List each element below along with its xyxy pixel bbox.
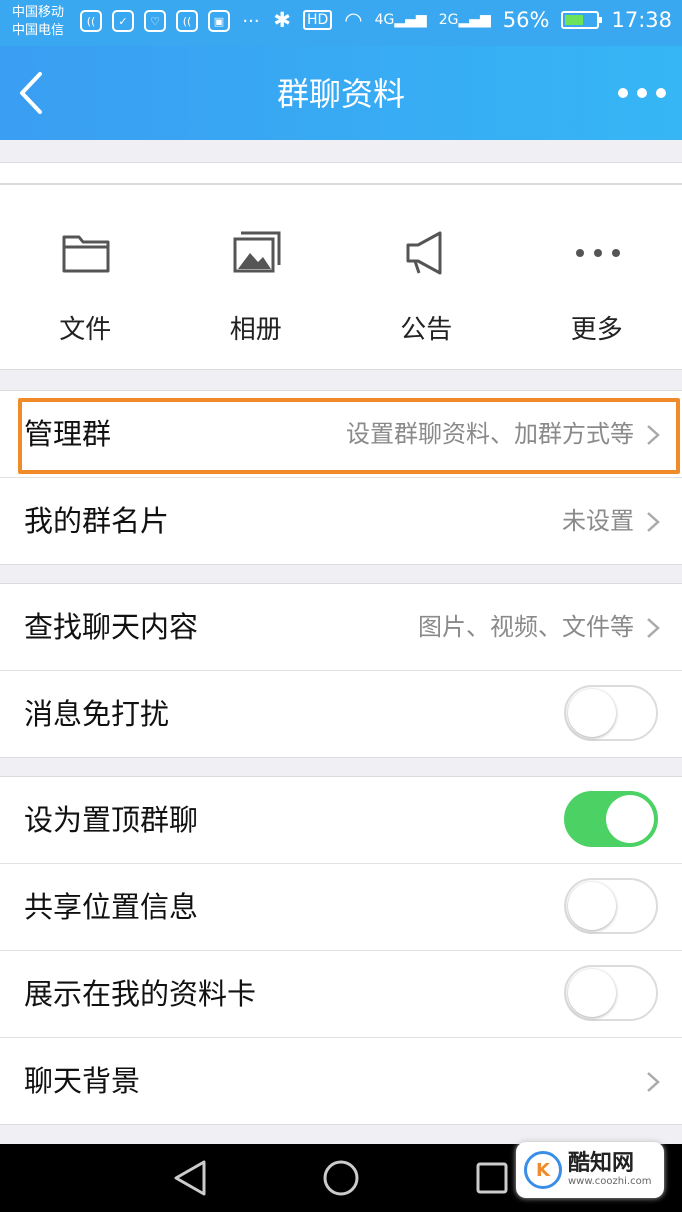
row-value: 设置群聊资料、加群方式等: [346, 420, 634, 448]
row-label: 我的群名片: [24, 504, 170, 538]
do-not-disturb-row: 消息免打扰: [0, 671, 682, 757]
row-label: 消息免打扰: [24, 697, 170, 731]
quick-action-label: 文件: [59, 315, 112, 345]
row-label: 共享位置信息: [24, 890, 199, 924]
chat-group: 查找聊天内容 图片、视频、文件等 消息免打扰: [0, 583, 682, 758]
more-options-button[interactable]: [618, 78, 666, 108]
row-value: 未设置: [562, 507, 634, 535]
my-group-card-row[interactable]: 我的群名片 未设置: [0, 478, 682, 564]
pin-chat-toggle[interactable]: [564, 791, 658, 847]
bluetooth-icon: ✱: [273, 8, 291, 32]
megaphone-icon: [406, 231, 442, 275]
carrier-2: 中国电信: [12, 23, 65, 38]
notification-app-icon-2: ((: [176, 10, 198, 32]
nav-recents-icon[interactable]: [474, 1158, 510, 1198]
heart-rate-icon: ♡: [144, 10, 166, 32]
quick-actions: 文件 相册 公告 更多: [0, 184, 682, 370]
show-on-profile-toggle[interactable]: [564, 965, 658, 1021]
quick-action-label: 更多: [570, 315, 623, 345]
more-dots-icon: [575, 249, 620, 257]
chevron-right-icon: [647, 425, 660, 445]
chat-background-row[interactable]: 聊天背景: [0, 1038, 682, 1124]
battery-percent: 56%: [502, 8, 550, 32]
toggle-knob: [568, 969, 616, 1017]
battery-icon: [561, 11, 603, 29]
chevron-right-icon: [647, 1072, 660, 1092]
system-status: ✱ HD ◠ 4G▂▄▆ 2G▂▄▆ 56% 17:38: [273, 8, 672, 32]
quick-action-more[interactable]: 更多: [512, 185, 682, 369]
watermark-text: 酷知网 www.coozhi.com: [568, 1152, 651, 1188]
status-bar: 中国移动 中国电信 (( ✓ ♡ (( ▣ ··· ✱ HD ◠ 4G▂▄▆ 2…: [0, 0, 682, 46]
photo-album-icon: [233, 231, 280, 273]
quick-action-files[interactable]: 文件: [0, 185, 171, 369]
watermark: K 酷知网 www.coozhi.com: [516, 1142, 664, 1198]
carrier-info: 中国移动 中国电信: [12, 4, 64, 40]
row-label: 设为置顶群聊: [24, 803, 199, 837]
pin-chat-row: 设为置顶群聊: [0, 777, 682, 864]
share-location-toggle[interactable]: [564, 878, 658, 934]
more-notifications-icon: ···: [242, 10, 260, 32]
top-divider-strip: [0, 162, 682, 184]
watermark-url: www.coozhi.com: [568, 1176, 652, 1187]
signal-4g-icon: 4G▂▄▆: [374, 12, 427, 28]
notification-icons: (( ✓ ♡ (( ▣ ···: [80, 10, 262, 32]
manage-group: 管理群 设置群聊资料、加群方式等 我的群名片 未设置: [0, 390, 682, 565]
nav-home-icon[interactable]: [321, 1158, 361, 1198]
settings-group: 设为置顶群聊 共享位置信息 展示在我的资料卡 聊天背景: [0, 776, 682, 1125]
watermark-logo: K: [524, 1151, 562, 1189]
row-value: 图片、视频、文件等: [418, 613, 634, 641]
hd-icon: HD: [302, 10, 333, 30]
manage-group-row[interactable]: 管理群 设置群聊资料、加群方式等: [0, 391, 682, 478]
row-label: 聊天背景: [24, 1064, 141, 1098]
watermark-name: 酷知网: [568, 1151, 635, 1176]
do-not-disturb-toggle[interactable]: [564, 685, 658, 741]
quick-action-announcement[interactable]: 公告: [341, 185, 512, 369]
toggle-knob: [568, 689, 616, 737]
show-on-profile-row: 展示在我的资料卡: [0, 951, 682, 1038]
row-label: 展示在我的资料卡: [24, 977, 257, 1011]
chevron-right-icon: [647, 512, 660, 532]
clock: 17:38: [611, 8, 672, 32]
shield-icon: ✓: [112, 10, 134, 32]
signal-2g-icon: 2G▂▄▆: [438, 12, 491, 28]
notification-app-icon: ((: [80, 10, 102, 32]
row-label: 管理群: [24, 417, 112, 451]
toggle-knob: [606, 795, 654, 843]
dot: [637, 88, 647, 98]
search-chat-content-row[interactable]: 查找聊天内容 图片、视频、文件等: [0, 584, 682, 671]
toggle-knob: [568, 882, 616, 930]
page-title: 群聊资料: [276, 75, 405, 113]
row-label: 查找聊天内容: [24, 610, 199, 644]
folder-icon: [62, 235, 110, 273]
quick-action-label: 相册: [229, 315, 282, 345]
wifi-icon: ◠: [344, 8, 363, 32]
quick-action-label: 公告: [400, 315, 453, 345]
chevron-right-icon: [647, 618, 660, 638]
dot: [656, 88, 666, 98]
dot: [618, 88, 628, 98]
image-icon: ▣: [208, 10, 230, 32]
carrier-1: 中国移动: [12, 5, 65, 20]
nav-bar: 群聊资料: [0, 46, 682, 140]
nav-back-icon[interactable]: [172, 1158, 208, 1198]
quick-action-album[interactable]: 相册: [171, 185, 342, 369]
share-location-row: 共享位置信息: [0, 864, 682, 951]
